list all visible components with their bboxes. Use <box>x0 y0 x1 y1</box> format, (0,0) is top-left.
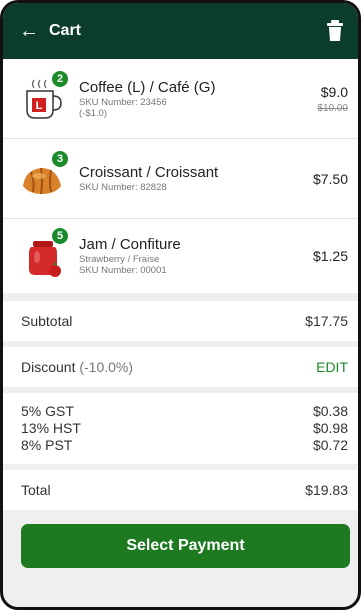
cart-item[interactable]: 3 Croissant / Croissant SKU Number: 8282… <box>3 139 358 219</box>
subtotal-label: Subtotal <box>21 313 73 329</box>
item-price-current: $1.25 <box>312 248 348 264</box>
item-info: Coffee (L) / Café (G) SKU Number: 23456 … <box>79 79 317 119</box>
discount-label: Discount <box>21 359 76 375</box>
tax-value: $0.98 <box>312 420 348 436</box>
total-label: Total <box>21 482 51 498</box>
item-name: Coffee (L) / Café (G) <box>79 78 216 96</box>
tax-label: 8% PST <box>21 437 73 453</box>
total-row: Total $19.83 <box>3 470 358 510</box>
tax-label: 13% HST <box>21 420 81 436</box>
discount-label-group: Discount (-10.0%) <box>21 359 133 375</box>
tax-label: 5% GST <box>21 403 74 419</box>
arrow-left-icon[interactable]: ← <box>19 20 45 43</box>
quantity-badge: 2 <box>51 69 69 88</box>
quantity-badge: 3 <box>51 149 69 168</box>
tax-row: 8% PST $0.72 <box>21 437 348 454</box>
item-sku: SKU Number: 00001 <box>79 265 167 276</box>
item-name: Croissant / Croissant <box>79 164 219 181</box>
item-sku: SKU Number: 82828 <box>79 182 167 193</box>
croissant-icon: 3 <box>19 149 69 202</box>
coffee-cup-icon: L 2 <box>19 69 69 122</box>
item-info: Croissant / Croissant SKU Number: 82828 <box>79 164 313 193</box>
item-price: $9.0 $10.00 <box>317 84 348 114</box>
tax-value: $0.72 <box>312 437 348 453</box>
jam-jar-icon: 5 <box>19 227 69 279</box>
svg-text:L: L <box>36 100 43 112</box>
item-price: $7.50 <box>313 171 348 187</box>
taxes-section: 5% GST $0.38 13% HST $0.98 8% PST $0.72 <box>3 393 358 464</box>
item-info: Jam / Confiture Strawberry / Fraise SKU … <box>79 236 313 276</box>
cart-header: ← Cart <box>3 3 358 59</box>
edit-discount-button[interactable]: EDIT <box>316 359 348 375</box>
item-price: $1.25 <box>313 248 348 264</box>
tax-row: 13% HST $0.98 <box>21 420 348 437</box>
item-sku: SKU Number: 23456 <box>79 96 167 108</box>
tax-value: $0.38 <box>312 403 348 419</box>
item-price-current: $7.50 <box>312 170 348 187</box>
item-name: Jam / Confiture <box>79 236 181 253</box>
cart-item[interactable]: 5 Jam / Confiture Strawberry / Fraise SK… <box>3 219 358 301</box>
item-discount-note: (-$1.0) <box>79 107 107 119</box>
item-variant: Strawberry / Fraise <box>79 254 160 265</box>
select-payment-button[interactable]: Select Payment <box>21 524 350 568</box>
total-value: $19.83 <box>305 482 348 498</box>
subtotal-row: Subtotal $17.75 <box>3 301 358 341</box>
trash-icon[interactable] <box>326 20 344 42</box>
tax-row: 5% GST $0.38 <box>21 403 348 420</box>
page-title: Cart <box>49 22 82 39</box>
subtotal-value: $17.75 <box>305 313 348 329</box>
app-frame: ← Cart L 2 Coffee (L) / Café (G) SKU Num… <box>0 0 361 610</box>
item-price-current: $9.0 <box>320 83 348 100</box>
cart-items-list: L 2 Coffee (L) / Café (G) SKU Number: 23… <box>3 59 358 301</box>
quantity-badge: 5 <box>51 227 69 245</box>
payment-footer: Select Payment <box>3 510 358 590</box>
discount-row: Discount (-10.0%) EDIT <box>3 347 358 387</box>
cart-item[interactable]: L 2 Coffee (L) / Café (G) SKU Number: 23… <box>3 59 358 139</box>
discount-percent: (-10.0%) <box>79 359 134 375</box>
item-price-original: $10.00 <box>317 102 348 114</box>
